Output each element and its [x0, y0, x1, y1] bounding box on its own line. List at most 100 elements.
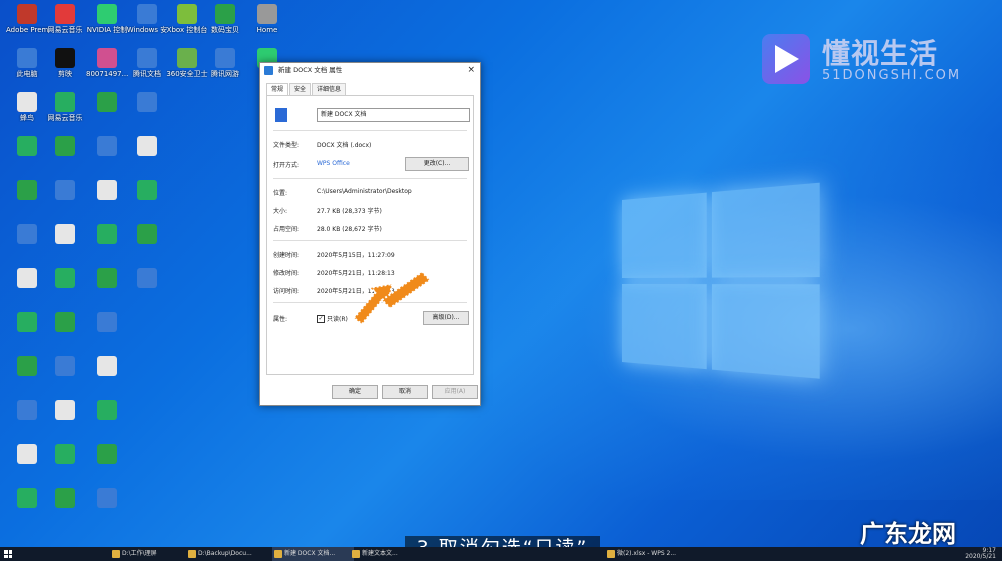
app-icon [55, 444, 75, 464]
taskbar-item[interactable]: 微(2).xlsx - WPS 2... [605, 547, 697, 561]
desktop-icon[interactable]: 数码宝贝 [204, 4, 246, 34]
desktop-icon[interactable] [6, 444, 48, 466]
desktop-icon[interactable] [86, 356, 128, 378]
app-icon [97, 268, 117, 288]
desktop-icon[interactable] [44, 268, 86, 290]
desktop-icon[interactable]: 腾讯网游 [204, 48, 246, 78]
desktop-icon[interactable] [126, 136, 168, 158]
desktop-icon[interactable] [44, 312, 86, 334]
open-with-label: 打开方式: [273, 162, 300, 169]
desktop-icon[interactable] [86, 400, 128, 422]
app-icon [17, 312, 37, 332]
desktop-icon-label: 数码宝贝 [211, 26, 239, 34]
desktop-icon[interactable] [6, 488, 48, 510]
taskbar-item[interactable]: 新建文本文... [350, 547, 414, 561]
app-icon [137, 92, 157, 112]
size-value: 27.7 KB (28,373 字节) [317, 208, 382, 215]
apply-button[interactable]: 应用(A) [432, 385, 478, 399]
desktop-icon[interactable] [6, 400, 48, 422]
app-icon [177, 48, 197, 68]
docx-file-icon [275, 108, 287, 122]
readonly-checkbox[interactable]: ✓ [317, 315, 325, 323]
cancel-button[interactable]: 取消 [382, 385, 428, 399]
desktop-icon[interactable] [86, 268, 128, 290]
app-icon [55, 136, 75, 156]
readonly-label: 只读(R) [327, 316, 348, 323]
app-icon [97, 488, 117, 508]
taskbar-item[interactable]: D:\工作\理屏 [110, 547, 192, 561]
app-icon [17, 180, 37, 200]
desktop-icon-label: 剪映 [58, 70, 72, 78]
desktop-icon-label: 蜂鸟 [20, 114, 34, 122]
desktop-icon[interactable] [44, 136, 86, 158]
disk-size-label: 占用空间: [273, 226, 300, 233]
desktop-icon[interactable] [86, 136, 128, 158]
desktop-icon[interactable] [44, 400, 86, 422]
desktop-icon-label: 网易云音乐 [47, 114, 83, 122]
app-icon [97, 92, 117, 112]
app-icon [97, 312, 117, 332]
desktop-icon[interactable] [86, 444, 128, 466]
desktop-icon[interactable] [6, 268, 48, 290]
desktop-icon[interactable]: 360安全卫士 [166, 48, 208, 78]
desktop-icon[interactable] [86, 312, 128, 334]
desktop-icon[interactable] [6, 92, 48, 114]
app-icon [55, 4, 75, 24]
desktop-icon[interactable]: 剪映 [44, 48, 86, 78]
windows-logo [622, 182, 820, 383]
desktop-icon[interactable] [44, 444, 86, 466]
desktop-icon[interactable] [126, 224, 168, 246]
desktop-icon[interactable]: Windows 安 [126, 4, 168, 34]
desktop-icon[interactable] [86, 488, 128, 510]
desktop-icon[interactable]: NVIDIA 控制 [86, 4, 128, 34]
app-icon [177, 4, 197, 24]
desktop-icon[interactable] [126, 92, 168, 114]
close-button[interactable]: × [467, 63, 475, 77]
app-icon [97, 356, 117, 376]
desktop-icon[interactable]: 腾讯文档 [126, 48, 168, 78]
dialog-title: 新建 DOCX 文档 属性 [278, 66, 343, 74]
desktop-icon[interactable] [6, 136, 48, 158]
app-icon [17, 444, 37, 464]
app-icon [17, 488, 37, 508]
clock-date: 2020/5/21 [965, 553, 996, 560]
watermark-play-icon [762, 34, 810, 84]
desktop-icon[interactable] [86, 224, 128, 246]
desktop-icon[interactable] [126, 180, 168, 202]
taskbar-clock[interactable]: 9:17 2020/5/21 [965, 548, 996, 560]
desktop-icon[interactable] [44, 224, 86, 246]
desktop-icon[interactable]: Xbox 控制台 [166, 4, 208, 34]
desktop-icon[interactable] [6, 224, 48, 246]
desktop-icon[interactable] [6, 312, 48, 334]
app-icon [17, 4, 37, 24]
desktop-icon[interactable]: 此电脑 [6, 48, 48, 78]
desktop-icon[interactable] [126, 268, 168, 290]
desktop-icon[interactable]: Adobe Premier [6, 4, 48, 34]
desktop-icon-label: 腾讯文档 [133, 70, 161, 78]
desktop-icon[interactable] [6, 356, 48, 378]
taskbar-item[interactable]: D:\Backup\Docu... [186, 547, 273, 561]
dialog-titlebar[interactable]: 新建 DOCX 文档 属性 × [260, 63, 480, 77]
desktop-icon[interactable] [44, 488, 86, 510]
desktop-icon[interactable]: Home [246, 4, 288, 34]
watermark-subtitle: 51DONGSHI.COM [822, 68, 962, 83]
app-icon [215, 4, 235, 24]
ok-button[interactable]: 确定 [332, 385, 378, 399]
desktop-icon[interactable]: 80071497... [86, 48, 128, 78]
watermark-title: 懂视生活 [822, 37, 939, 70]
desktop-icon[interactable]: 网易云音乐 [44, 4, 86, 34]
created-label: 创建时间: [273, 252, 300, 259]
desktop-icon[interactable] [44, 180, 86, 202]
app-icon [97, 48, 117, 68]
taskbar-item[interactable]: 新建 DOCX 文档... [272, 547, 354, 561]
filename-field[interactable]: 新建 DOCX 文档 [317, 108, 470, 122]
desktop-icon[interactable] [6, 180, 48, 202]
desktop-icon[interactable] [44, 92, 86, 114]
change-button[interactable]: 更改(C)... [405, 157, 469, 171]
desktop-icon[interactable] [86, 92, 128, 114]
desktop-icon[interactable] [44, 356, 86, 378]
desktop-icon-label: Home [256, 26, 278, 34]
desktop-icon[interactable] [86, 180, 128, 202]
location-label: 位置: [273, 190, 288, 197]
start-button[interactable] [4, 550, 12, 558]
